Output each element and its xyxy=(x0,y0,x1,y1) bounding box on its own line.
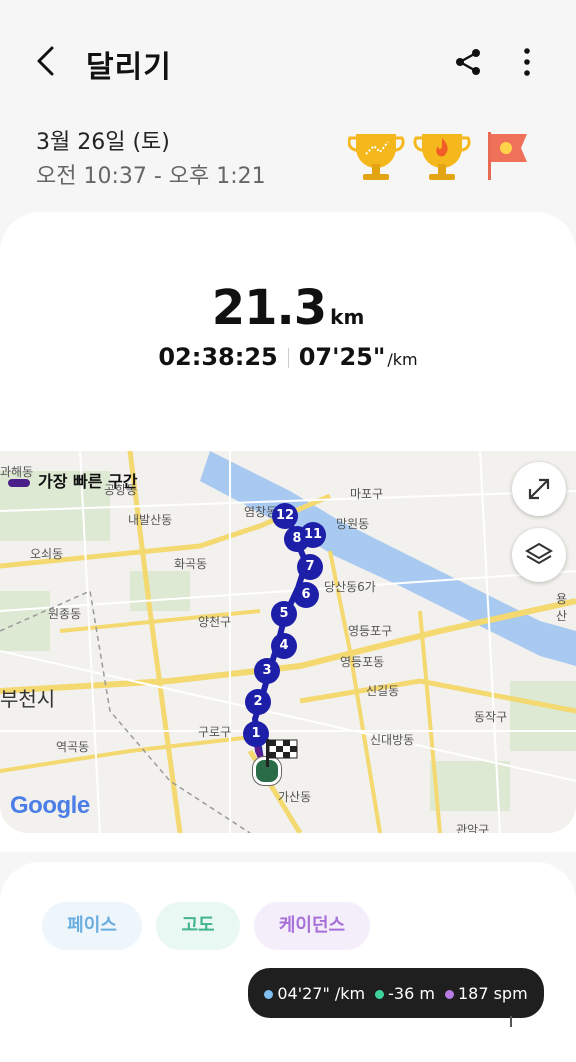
km-marker[interactable]: 4 xyxy=(271,633,297,659)
checkered-flag-icon[interactable] xyxy=(264,737,300,769)
place-label: 영등포구 xyxy=(348,624,393,638)
app-header: 달리기 xyxy=(0,0,576,120)
place-label: 화곡동 xyxy=(174,557,208,571)
divider xyxy=(287,348,289,368)
place-label: 영등포동 xyxy=(340,655,385,669)
route-map[interactable]: 과해동 공항동 내발산동 오쇠동 화곡동 원종동 양천구 부천시 역곡동 구로구… xyxy=(0,451,576,833)
tab-cadence[interactable]: 케이던스 xyxy=(254,902,370,950)
legend-swatch xyxy=(8,478,30,487)
km-marker[interactable]: 7 xyxy=(297,554,323,580)
place-label: 신대방동 xyxy=(370,733,415,747)
pace-unit: /km xyxy=(387,350,418,369)
km-marker[interactable]: 11 xyxy=(300,522,326,548)
fastest-segment-legend: 가장 빠른 구간 xyxy=(8,468,137,492)
place-label: 용산 xyxy=(556,592,568,623)
km-marker[interactable]: 3 xyxy=(254,658,280,684)
place-label: 가산동 xyxy=(278,790,312,804)
place-label: 동작구 xyxy=(474,710,508,724)
tooltip-cadence-value: 187 spm xyxy=(457,983,528,1003)
place-label: 부천시 xyxy=(0,687,56,711)
more-vertical-icon[interactable] xyxy=(514,46,540,78)
place-label: 관악구 xyxy=(456,823,490,833)
km-marker[interactable]: 5 xyxy=(271,601,297,627)
tooltip-altitude: -36 m xyxy=(375,984,435,1003)
duration-value: 02:38:25 xyxy=(158,343,278,371)
place-label: 원종동 xyxy=(48,607,82,621)
page-title: 달리기 xyxy=(86,50,172,85)
google-attribution: Google xyxy=(10,792,90,820)
tooltip-altitude-value: -36 m xyxy=(388,983,435,1003)
expand-icon xyxy=(528,478,550,500)
place-label: 신길동 xyxy=(366,684,400,698)
place-label: 마포구 xyxy=(350,487,384,501)
km-marker[interactable]: 6 xyxy=(293,582,319,608)
distance-unit: km xyxy=(330,305,365,329)
place-label: 당산동6가 xyxy=(324,580,376,594)
google-logo-text: Google xyxy=(10,792,90,819)
trophy-route-icon[interactable] xyxy=(348,134,405,180)
trophy-fire-icon[interactable] xyxy=(413,134,471,180)
duration-pace-line: 02:38:25 07'25"/km xyxy=(0,343,576,371)
pace-value: 07'25" xyxy=(298,343,386,371)
map-layers-button[interactable] xyxy=(512,528,566,582)
tooltip-cadence: 187 spm xyxy=(444,983,528,1003)
session-date: 3월 26일 (토) xyxy=(36,130,170,155)
flag-badge-icon[interactable] xyxy=(488,132,527,180)
tooltip-pace: 04'27" /km xyxy=(264,984,365,1003)
tooltip-indicator xyxy=(510,1016,512,1027)
chart-card xyxy=(0,862,576,1062)
chevron-left-icon[interactable] xyxy=(30,44,64,78)
place-label: 내발산동 xyxy=(128,513,173,527)
place-label: 양천구 xyxy=(198,615,232,629)
km-marker[interactable]: 12 xyxy=(272,503,298,529)
tooltip-pace-value: 04'27" /km xyxy=(277,983,366,1003)
place-label: 구로구 xyxy=(198,725,232,739)
km-marker[interactable]: 2 xyxy=(245,689,271,715)
expand-map-button[interactable] xyxy=(512,462,566,516)
place-label: 역곡동 xyxy=(56,740,90,754)
layers-icon xyxy=(525,542,553,565)
pace-dot xyxy=(264,989,274,999)
place-label: 오쇠동 xyxy=(30,547,64,561)
distance-value: 21.3 xyxy=(211,280,327,336)
session-time-range: 오전 10:37 - 오후 1:21 xyxy=(36,164,266,189)
legend-label: 가장 빠른 구간 xyxy=(38,472,138,491)
chart-tooltip: 04'27" /km -36 m 187 spm xyxy=(248,968,544,1018)
share-icon[interactable] xyxy=(452,46,484,78)
badges xyxy=(348,132,527,180)
place-label: 망원동 xyxy=(336,517,370,531)
distance-display: 21.3 km xyxy=(0,280,576,336)
cadence-dot xyxy=(444,989,454,999)
altitude-dot xyxy=(375,989,385,999)
tab-altitude[interactable]: 고도 xyxy=(156,902,240,950)
tab-pace[interactable]: 페이스 xyxy=(42,902,142,950)
